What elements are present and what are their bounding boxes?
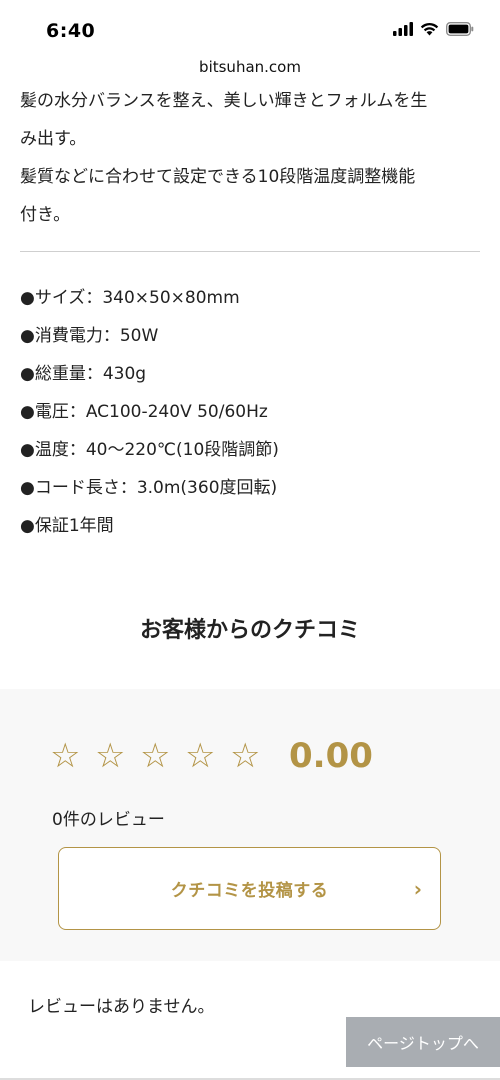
spec-item: ●総重量：430g <box>20 364 147 384</box>
section-divider <box>20 251 480 252</box>
review-summary-panel: ☆ ☆ ☆ ☆ ☆ 0.00 0件のレビュー クチコミを投稿する › <box>0 689 500 961</box>
star-empty-icon: ☆ <box>140 736 171 776</box>
page-top-label: ページトップへ <box>367 1034 479 1053</box>
status-icons <box>393 22 474 36</box>
spec-item: ●消費電力：50W <box>20 326 159 346</box>
status-bar: 6:40 <box>0 0 500 56</box>
url-bar[interactable]: bitsuhan.com <box>0 58 500 76</box>
page-top-button[interactable]: ページトップへ <box>346 1017 500 1067</box>
chevron-right-icon: › <box>413 877 422 901</box>
cellular-signal-icon <box>393 22 413 36</box>
reviews-title: お客様からのクチコミ <box>139 618 360 643</box>
description-line: 髪の水分バランスを整え、美しい輝きとフォルムを生 <box>20 91 428 111</box>
spec-item: ●コード長さ：3.0m(360度回転) <box>20 478 278 498</box>
status-time: 6:40 <box>46 20 96 42</box>
post-review-label: クチコミを投稿する <box>170 881 329 901</box>
description-line: み出す。 <box>20 129 87 149</box>
battery-icon <box>446 22 474 36</box>
star-empty-icon: ☆ <box>230 736 261 776</box>
spec-item: ●保証1年間 <box>20 516 114 536</box>
review-count: 0件のレビュー <box>52 810 165 830</box>
spec-item: ●温度：40〜220℃(10段階調節) <box>20 440 279 460</box>
no-reviews-message: レビューはありません。 <box>28 997 215 1017</box>
star-empty-icon: ☆ <box>95 736 126 776</box>
spec-list: ●サイズ：340×50×80mm ●消費電力：50W ●総重量：430g ●電圧… <box>20 279 480 545</box>
wifi-icon <box>420 22 439 36</box>
post-review-button[interactable]: クチコミを投稿する › <box>58 847 441 930</box>
description-line: 髪質などに合わせて設定できる10段階温度調整機能 <box>20 167 416 187</box>
rating-value: 0.00 <box>289 736 373 776</box>
spec-item: ●サイズ：340×50×80mm <box>20 288 240 308</box>
description-line: 付き。 <box>20 205 71 225</box>
product-description: 髪の水分バランスを整え、美しい輝きとフォルムを生 み出す。 髪質などに合わせて設… <box>20 82 480 234</box>
star-empty-icon: ☆ <box>185 736 216 776</box>
spec-item: ●電圧：AC100-240V 50/60Hz <box>20 402 268 422</box>
rating-row: ☆ ☆ ☆ ☆ ☆ 0.00 <box>50 736 373 776</box>
star-empty-icon: ☆ <box>50 736 81 776</box>
